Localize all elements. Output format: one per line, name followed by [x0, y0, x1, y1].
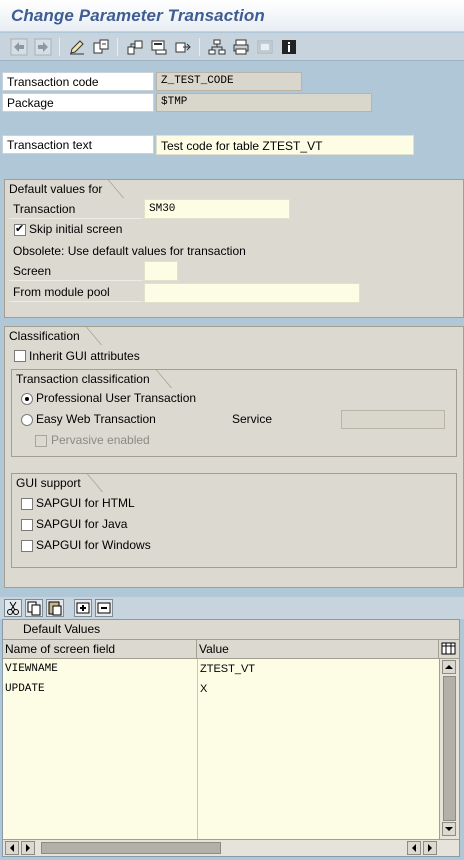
- transaction-classification-title: Transaction classification: [11, 369, 172, 388]
- hierarchy-icon[interactable]: [207, 37, 227, 57]
- toolbar-separator: [117, 38, 118, 56]
- inherit-gui-checkbox[interactable]: [14, 350, 26, 362]
- skip-initial-screen-label: Skip initial screen: [29, 222, 123, 236]
- scroll-up-icon[interactable]: [442, 660, 456, 674]
- module-pool-input[interactable]: [144, 283, 360, 303]
- transaction-code-field: Z_TEST_CODE: [156, 72, 302, 91]
- scroll-thumb[interactable]: [443, 676, 456, 821]
- forward-arrow-icon[interactable]: [33, 37, 53, 57]
- default-transaction-input[interactable]: SM30: [144, 199, 290, 219]
- column-header-screen-field[interactable]: Name of screen field: [3, 640, 197, 659]
- layout-icon[interactable]: [255, 37, 275, 57]
- other-object-icon[interactable]: [91, 37, 111, 57]
- sapgui-windows-checkbox[interactable]: [21, 540, 33, 552]
- classification-group-title: Classification: [4, 326, 102, 345]
- horizontal-scroll-thumb[interactable]: [41, 842, 221, 854]
- scroll-down-icon[interactable]: [442, 822, 456, 836]
- scroll-left-icon[interactable]: [5, 841, 19, 855]
- scroll-left-end-icon[interactable]: [407, 841, 421, 855]
- service-label: Service: [232, 412, 273, 426]
- horizontal-scrollbar[interactable]: [3, 839, 459, 856]
- sapgui-windows-label: SAPGUI for Windows: [36, 538, 151, 552]
- table-row-value[interactable]: ZTEST_VT: [198, 660, 438, 680]
- where-used-icon[interactable]: [173, 37, 193, 57]
- copy-icon[interactable]: [25, 599, 43, 617]
- application-toolbar: [0, 33, 464, 61]
- gui-support-title: GUI support: [11, 473, 103, 492]
- print-icon[interactable]: [231, 37, 251, 57]
- service-field: [341, 410, 445, 429]
- scroll-right-small-icon[interactable]: [21, 841, 35, 855]
- sapgui-html-label: SAPGUI for HTML: [36, 496, 135, 510]
- easy-web-label: Easy Web Transaction: [36, 412, 156, 426]
- info-icon[interactable]: [279, 37, 299, 57]
- toolbar-separator: [59, 38, 60, 56]
- sapgui-java-label: SAPGUI for Java: [36, 517, 128, 531]
- transaction-label: Transaction: [9, 200, 143, 219]
- toolbar-separator: [199, 38, 200, 56]
- insert-row-icon[interactable]: [74, 599, 92, 617]
- inherit-gui-label: Inherit GUI attributes: [29, 349, 140, 363]
- transaction-text-label: Transaction text: [2, 135, 154, 154]
- transaction-code-label: Transaction code: [2, 72, 154, 91]
- easy-web-radio[interactable]: [21, 414, 33, 426]
- package-label: Package: [2, 93, 154, 112]
- gui-support-group: GUI support SAPGUI for HTML SAPGUI for J…: [11, 473, 457, 568]
- module-pool-label: From module pool: [9, 283, 143, 302]
- screen-label: Screen: [9, 262, 143, 281]
- cut-icon[interactable]: [4, 599, 22, 617]
- table-title: Default Values: [3, 620, 459, 640]
- activate-icon[interactable]: [149, 37, 169, 57]
- professional-user-label: Professional User Transaction: [36, 391, 197, 405]
- delete-row-icon[interactable]: [95, 599, 113, 617]
- default-values-group: Default values for Transaction SM30 ✔ Sk…: [4, 179, 464, 318]
- pervasive-enabled-label: Pervasive enabled: [51, 433, 150, 447]
- pervasive-enabled-checkbox: [35, 435, 47, 447]
- check-icon[interactable]: [125, 37, 145, 57]
- table-row-value[interactable]: X: [198, 680, 438, 700]
- professional-user-radio[interactable]: [21, 393, 33, 405]
- package-field: $TMP: [156, 93, 372, 112]
- display-change-icon[interactable]: [67, 37, 87, 57]
- column-header-value[interactable]: Value: [197, 640, 439, 659]
- sapgui-html-checkbox[interactable]: [21, 498, 33, 510]
- back-arrow-icon[interactable]: [9, 37, 29, 57]
- vertical-scrollbar[interactable]: [439, 659, 459, 839]
- screen-input[interactable]: [144, 261, 178, 281]
- obsolete-note: Obsolete: Use default values for transac…: [13, 244, 246, 258]
- skip-initial-screen-checkbox[interactable]: ✔: [14, 223, 26, 236]
- transaction-classification-group: Transaction classification Professional …: [11, 369, 457, 457]
- page-title: Change Parameter Transaction: [11, 6, 265, 25]
- classification-group: Classification Inherit GUI attributes Tr…: [4, 326, 464, 588]
- table-row-field[interactable]: UPDATE: [3, 680, 197, 700]
- transaction-text-input[interactable]: Test code for table ZTEST_VT: [156, 135, 414, 155]
- table-row-field[interactable]: VIEWNAME: [3, 660, 197, 680]
- title-bar: Change Parameter Transaction: [0, 0, 464, 32]
- default-values-table: Default Values Name of screen field Valu…: [2, 619, 460, 857]
- table-toolbar: [0, 597, 464, 619]
- paste-icon[interactable]: [46, 599, 64, 617]
- scroll-right-icon[interactable]: [423, 841, 437, 855]
- checkmark-icon: ✔: [15, 223, 25, 235]
- default-values-group-title: Default values for: [4, 179, 125, 198]
- column-settings-icon[interactable]: [439, 640, 459, 659]
- sapgui-java-checkbox[interactable]: [21, 519, 33, 531]
